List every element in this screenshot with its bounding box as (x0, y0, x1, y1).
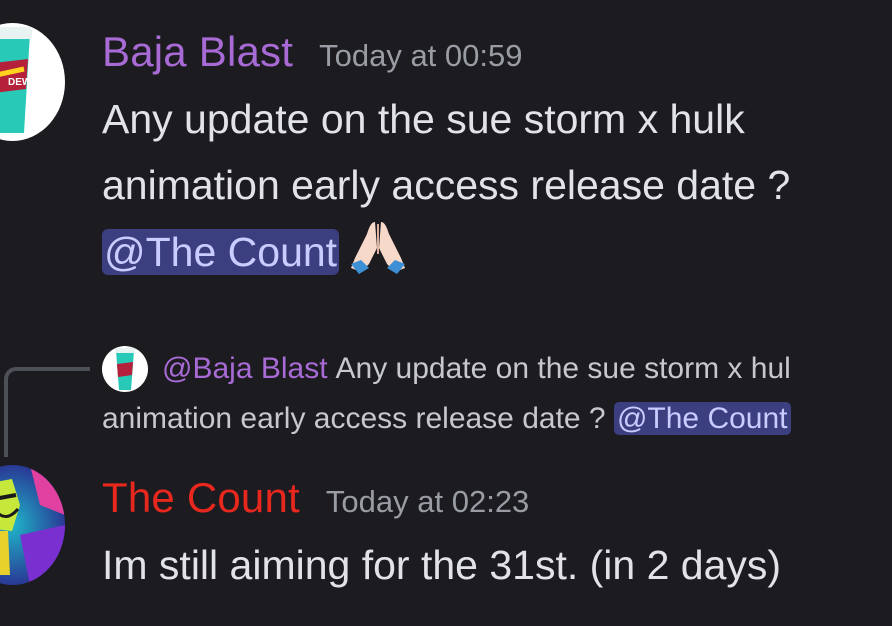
reply-author[interactable]: @Baja Blast (162, 352, 328, 385)
reply-text: Any update on the sue storm x hul (335, 352, 791, 385)
reply-text: animation early access release date ? (102, 402, 606, 435)
message-content: Im still aiming for the 31st. (in 2 days… (102, 532, 781, 598)
message-line: @The Count (102, 218, 790, 295)
reply-preview-continued[interactable]: animation early access release date ? @T… (102, 397, 791, 441)
folded-hands-emoji-icon[interactable] (347, 218, 409, 295)
user-avatar-the-count[interactable] (0, 465, 65, 585)
message-header: Baja Blast Today at 00:59 (102, 28, 523, 76)
username[interactable]: The Count (102, 474, 300, 522)
reply-avatar[interactable] (102, 346, 148, 392)
soda-cup-avatar-icon: DEW (0, 23, 65, 141)
reply-user-mention[interactable]: @The Count (613, 402, 791, 435)
chat-message-list: DEW Baja Blast Today at 00:59 Any update… (0, 0, 892, 626)
svg-text:DEW: DEW (8, 77, 32, 88)
user-avatar-baja-blast[interactable]: DEW (0, 23, 65, 141)
message-content: Any update on the sue storm x hulk anima… (102, 86, 790, 295)
soda-cup-mini-avatar-icon (102, 346, 148, 392)
message-header: The Count Today at 02:23 (102, 474, 529, 522)
message-line: animation early access release date ? (102, 162, 791, 208)
user-mention[interactable]: @The Count (102, 229, 340, 275)
reply-preview[interactable]: @Baja Blast Any update on the sue storm x… (162, 347, 791, 391)
villain-character-avatar-icon (0, 465, 65, 585)
message-line: Any update on the sue storm x hulk (102, 96, 745, 142)
message-line: Im still aiming for the 31st. (in 2 days… (102, 542, 782, 588)
timestamp[interactable]: Today at 00:59 (319, 38, 522, 74)
timestamp[interactable]: Today at 02:23 (326, 484, 529, 520)
reply-connector-line (4, 367, 90, 457)
username[interactable]: Baja Blast (102, 28, 293, 76)
